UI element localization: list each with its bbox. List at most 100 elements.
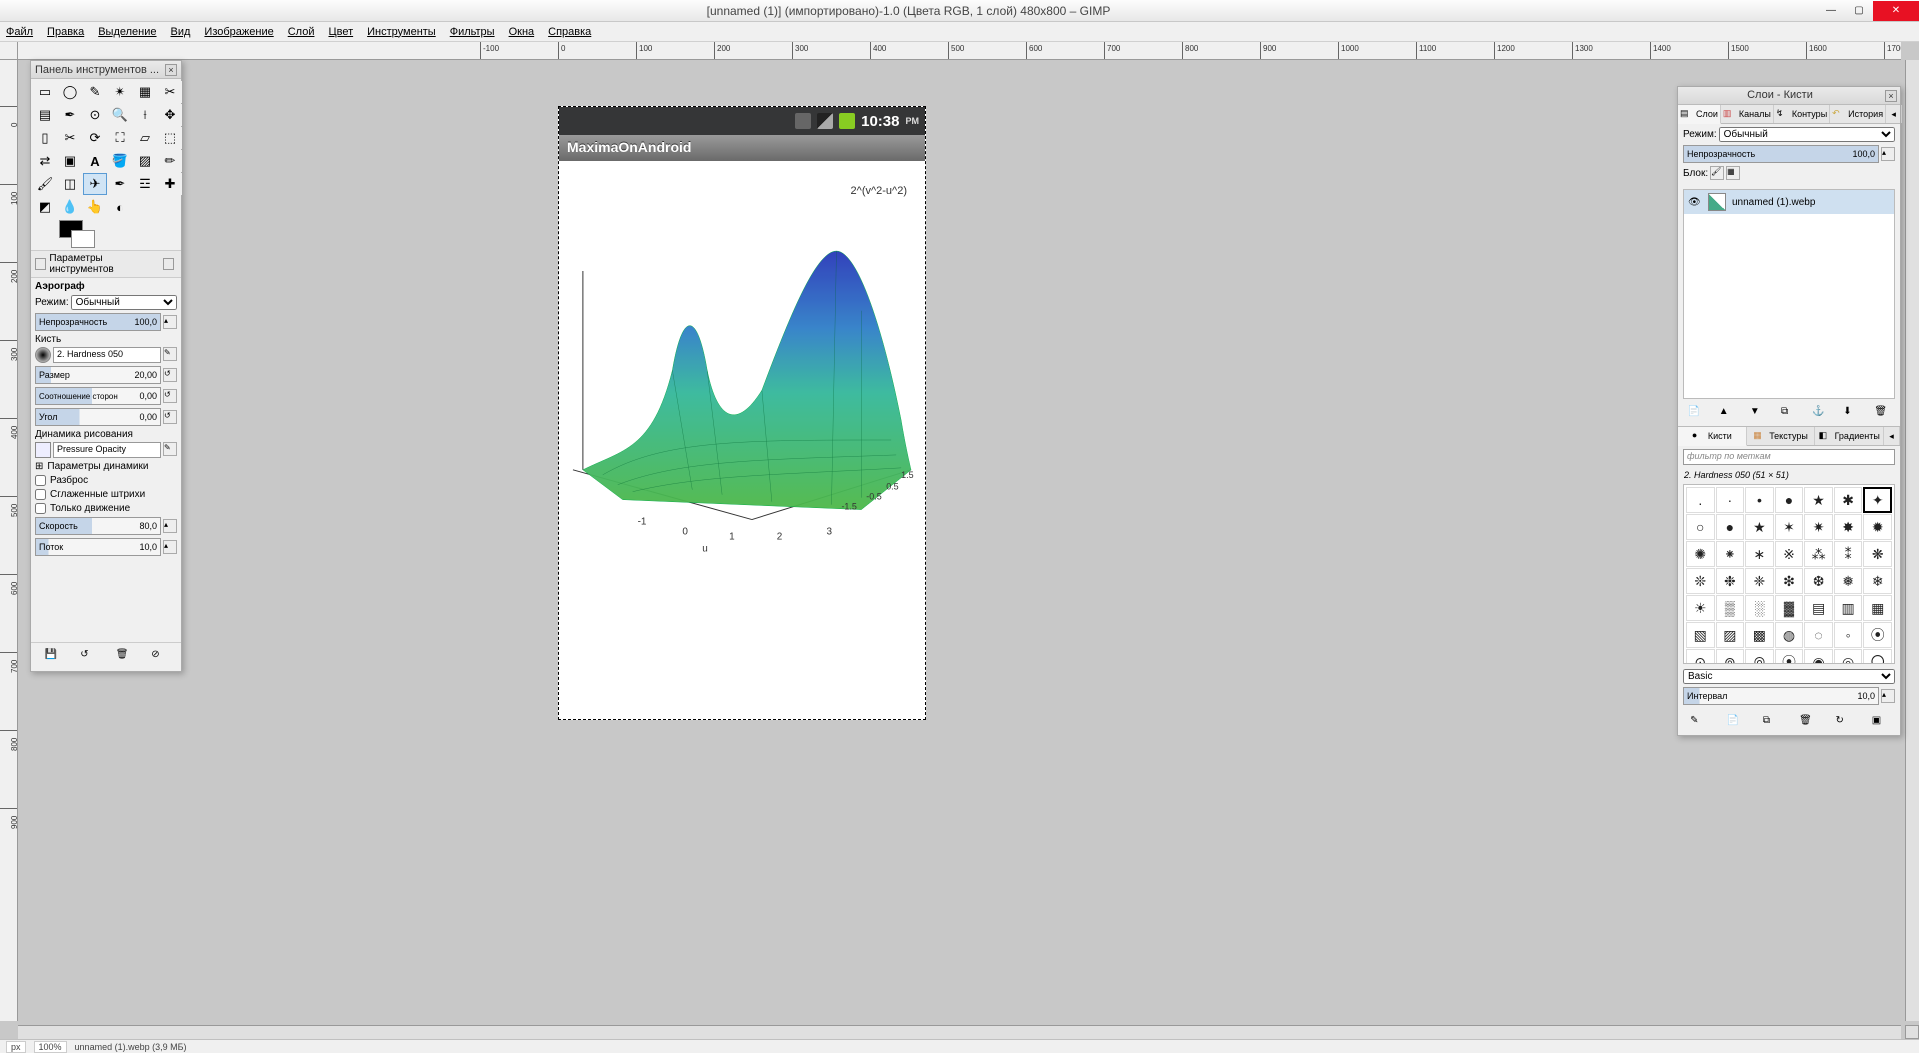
brush-cell[interactable]: ❆ <box>1804 568 1833 594</box>
brush-cell[interactable]: ✺ <box>1686 541 1715 567</box>
mode-select[interactable]: Обычный <box>71 295 177 310</box>
pencil-tool[interactable]: ✏ <box>158 150 182 172</box>
background-color[interactable] <box>71 230 95 248</box>
fuzzy-select-tool[interactable]: ✴ <box>108 81 132 103</box>
brush-cell[interactable]: ⁂ <box>1804 541 1833 567</box>
menu-tools[interactable]: Инструменты <box>367 26 436 38</box>
brush-cell[interactable]: ✦ <box>1863 487 1892 513</box>
shear-tool[interactable]: ▱ <box>133 127 157 149</box>
brush-cell[interactable]: 〇 <box>1863 649 1892 664</box>
expand-dyn-params-icon[interactable]: ⊞ <box>35 461 43 472</box>
menu-edit[interactable]: Правка <box>47 26 84 38</box>
image-frame[interactable]: 10:38 PM MaximaOnAndroid 2^(v^2-u^2) <box>558 106 926 720</box>
brush-cell[interactable]: ❇ <box>1775 568 1804 594</box>
airbrush-tool[interactable]: ✈ <box>83 173 107 195</box>
brush-cell[interactable]: ✹ <box>1863 514 1892 540</box>
brush-grid[interactable]: .·•●★✱✦○●★✶✷✸✹✺⁕∗※⁂⁑❋❊❉❈❇❆❅❄☀▒░▓▤▥▦▧▨▩◍◌… <box>1683 484 1895 664</box>
ellipse-select-tool[interactable]: ◯ <box>58 81 82 103</box>
rate-slider[interactable]: Скорость 80,0 <box>35 517 161 535</box>
brush-cell[interactable]: ∗ <box>1745 541 1774 567</box>
layers-panel-title[interactable]: Слои - Кисти × <box>1678 87 1900 105</box>
delete-brush-icon[interactable]: 🗑 <box>1799 715 1815 731</box>
maximize-button[interactable]: ▢ <box>1845 1 1873 21</box>
clone-tool[interactable]: ☲ <box>133 173 157 195</box>
brush-cell[interactable]: ❄ <box>1863 568 1892 594</box>
dynamics-edit-icon[interactable]: ✎ <box>163 442 177 456</box>
brush-cell[interactable]: ▩ <box>1745 622 1774 648</box>
brush-cell[interactable]: ❋ <box>1863 541 1892 567</box>
menu-filters[interactable]: Фильтры <box>450 26 495 38</box>
paths-tool[interactable]: ✒ <box>58 104 82 126</box>
brush-name[interactable]: 2. Hardness 050 <box>53 347 161 363</box>
menu-colors[interactable]: Цвет <box>328 26 353 38</box>
open-as-image-icon[interactable]: ▣ <box>1872 715 1888 731</box>
tab-channels[interactable]: ▥Каналы <box>1721 105 1774 123</box>
flow-spin[interactable]: ▴ <box>163 540 177 554</box>
by-color-select-tool[interactable]: ▦ <box>133 81 157 103</box>
brush-cell[interactable]: ※ <box>1775 541 1804 567</box>
perspective-tool[interactable]: ⬚ <box>158 127 182 149</box>
menu-help[interactable]: Справка <box>548 26 591 38</box>
flip-tool[interactable]: ⇄ <box>33 150 57 172</box>
merge-down-icon[interactable]: ⬇ <box>1843 406 1859 422</box>
brush-cell[interactable]: ● <box>1716 514 1745 540</box>
tab-layers[interactable]: ▤Слои <box>1678 105 1721 124</box>
align-tool[interactable]: ▯ <box>33 127 57 149</box>
bucket-fill-tool[interactable]: 🪣 <box>108 150 132 172</box>
brush-cell[interactable]: ▦ <box>1863 595 1892 621</box>
brush-filter-input[interactable]: фильтр по меткам <box>1683 449 1895 465</box>
unit-selector[interactable]: px <box>6 1041 26 1053</box>
layer-opacity-spin[interactable]: ▴ <box>1881 147 1895 161</box>
brush-cell[interactable]: ❉ <box>1716 568 1745 594</box>
restore-preset-icon[interactable]: ↺ <box>80 649 96 665</box>
refresh-brush-icon[interactable]: ↻ <box>1835 715 1851 731</box>
brush-cell[interactable]: ☀ <box>1686 595 1715 621</box>
move-tool[interactable]: ✥ <box>158 104 182 126</box>
brush-cell[interactable]: ❊ <box>1686 568 1715 594</box>
menu-layer[interactable]: Слой <box>288 26 315 38</box>
menu-select[interactable]: Выделение <box>98 26 156 38</box>
save-preset-icon[interactable]: 💾 <box>45 649 61 665</box>
brush-cell[interactable]: ✸ <box>1834 514 1863 540</box>
tab-paths[interactable]: ↯Контуры <box>1774 105 1830 123</box>
brush-cell[interactable]: ▒ <box>1716 595 1745 621</box>
brush-cell[interactable]: ⦿ <box>1863 622 1892 648</box>
brush-cell[interactable]: ○ <box>1686 514 1715 540</box>
brush-edit-icon[interactable]: ✎ <box>163 347 177 361</box>
menu-view[interactable]: Вид <box>171 26 191 38</box>
aspect-slider[interactable]: Соотношение сторон 0,00 <box>35 387 161 405</box>
brush-cell[interactable]: ✱ <box>1834 487 1863 513</box>
brush-cell[interactable]: ● <box>1775 487 1804 513</box>
angle-slider[interactable]: Угол 0,00 <box>35 408 161 426</box>
layer-row[interactable]: 👁 unnamed (1).webp <box>1684 190 1894 214</box>
layer-opacity-slider[interactable]: Непрозрачность 100,0 <box>1683 145 1879 163</box>
zoom-selector[interactable]: 100% <box>34 1041 67 1053</box>
tab-brushes[interactable]: ●Кисти <box>1678 427 1747 446</box>
navigation-corner[interactable] <box>1905 1025 1919 1039</box>
lock-pixels-icon[interactable]: 🖌 <box>1710 166 1724 180</box>
lower-layer-icon[interactable]: ▼ <box>1750 406 1766 422</box>
new-brush-icon[interactable]: 📄 <box>1726 715 1742 731</box>
blend-tool[interactable]: ▨ <box>133 150 157 172</box>
toolbox-close-icon[interactable]: × <box>165 64 177 76</box>
brush-tag-select[interactable]: Basic <box>1683 669 1895 684</box>
opacity-spin[interactable]: ▴ <box>163 315 177 329</box>
rotate-tool[interactable]: ⟳ <box>83 127 107 149</box>
brush-cell[interactable]: ▨ <box>1716 622 1745 648</box>
brush-cell[interactable]: ▤ <box>1804 595 1833 621</box>
brush-cell[interactable]: ⊙ <box>1686 649 1715 664</box>
edit-brush-icon[interactable]: ✎ <box>1690 715 1706 731</box>
opacity-slider[interactable]: Непрозрачность 100,0 <box>35 313 161 331</box>
color-picker-tool[interactable]: ⊙ <box>83 104 107 126</box>
brush-cell[interactable]: ▧ <box>1686 622 1715 648</box>
layer-name[interactable]: unnamed (1).webp <box>1732 197 1815 208</box>
brush-cell[interactable]: ▥ <box>1834 595 1863 621</box>
brush-cell[interactable]: · <box>1716 487 1745 513</box>
size-reset-icon[interactable]: ↺ <box>163 368 177 382</box>
layer-list[interactable]: 👁 unnamed (1).webp <box>1683 189 1895 399</box>
fg-bg-color[interactable] <box>31 220 181 250</box>
toolbox-title[interactable]: Панель инструментов ... × <box>31 61 181 79</box>
raise-layer-icon[interactable]: ▲ <box>1719 406 1735 422</box>
dodge-tool[interactable]: ◐ <box>108 196 132 218</box>
brush-cell[interactable]: ★ <box>1804 487 1833 513</box>
